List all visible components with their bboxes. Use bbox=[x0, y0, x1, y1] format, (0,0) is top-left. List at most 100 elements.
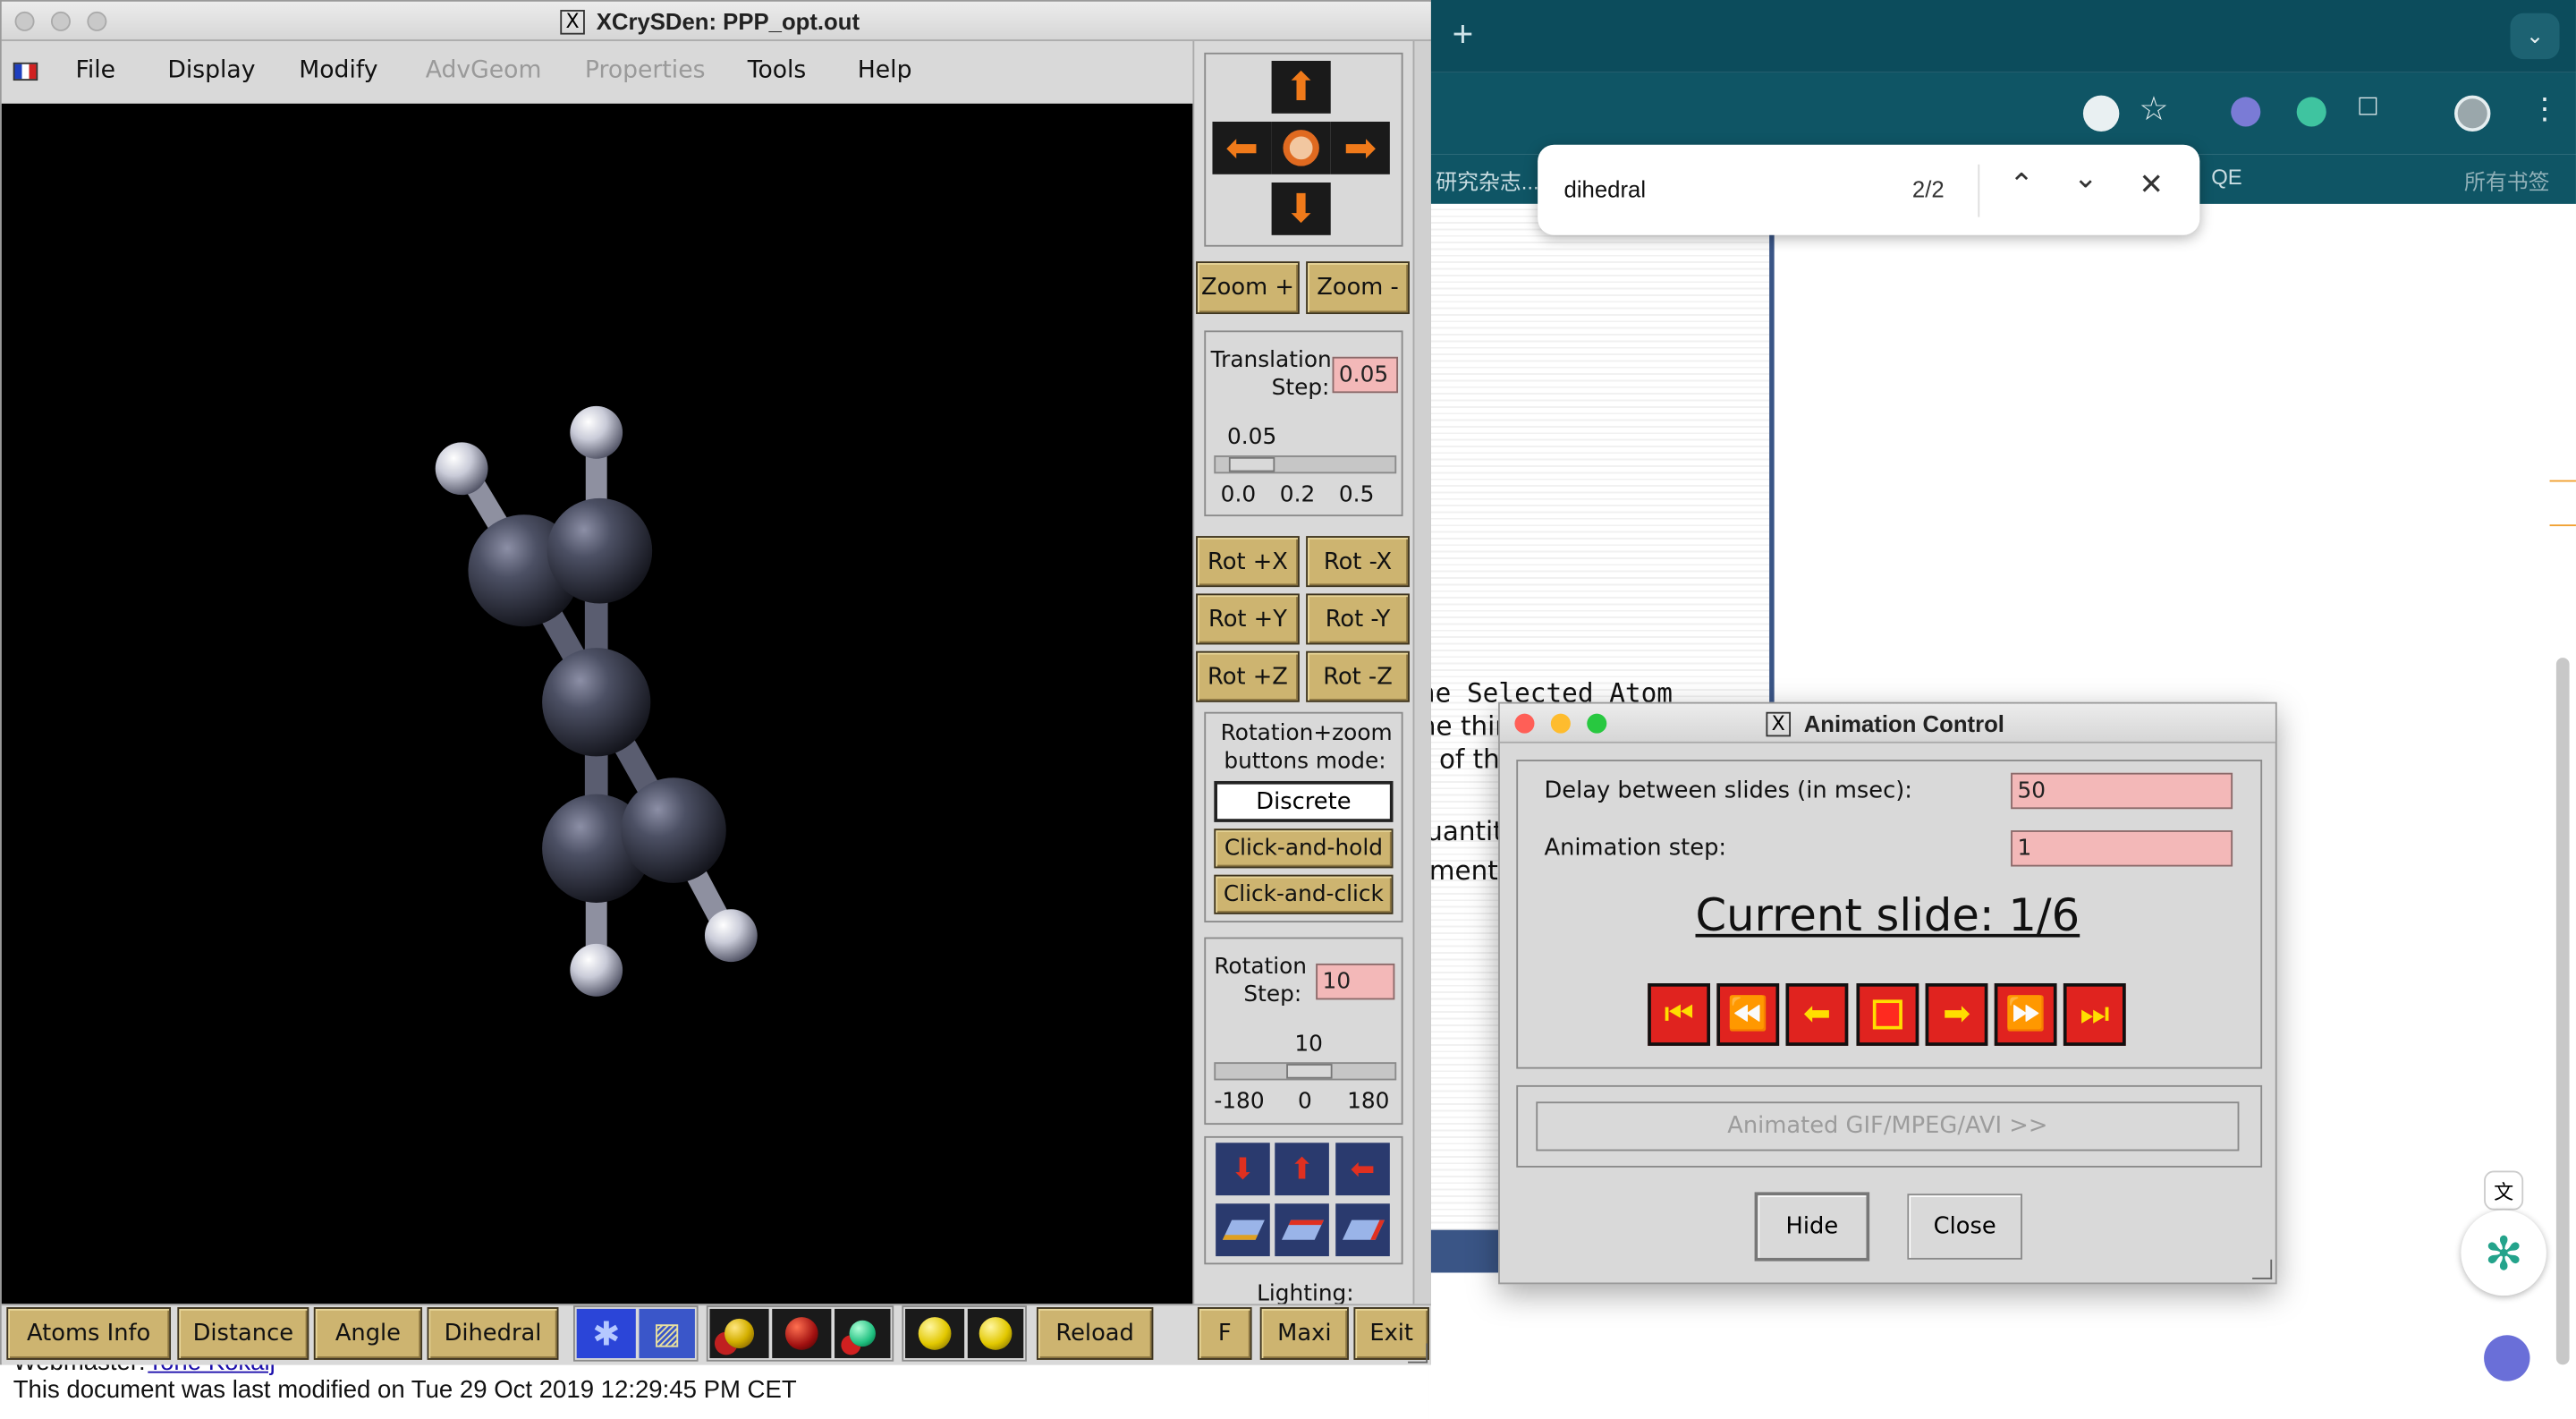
bookmark-qe[interactable]: QE bbox=[2211, 165, 2242, 190]
orange-marker bbox=[2549, 480, 2576, 527]
menu-display[interactable]: Display bbox=[167, 57, 255, 83]
reload-button[interactable]: Reload bbox=[1036, 1307, 1154, 1360]
last-slide-button[interactable]: ⏭ bbox=[2063, 983, 2126, 1046]
pointline-button[interactable]: ▨ bbox=[639, 1308, 695, 1359]
molecule-viewport[interactable] bbox=[1, 103, 1193, 1304]
rewind-button[interactable]: ⏪ bbox=[1716, 983, 1780, 1046]
rot-minus-x-button[interactable]: Rot -X bbox=[1306, 536, 1410, 588]
puzzle-icon[interactable]: □ bbox=[2360, 89, 2377, 123]
arrow-right-button[interactable]: ➡ bbox=[1330, 121, 1390, 174]
mode-click-and-click-option[interactable]: Click-and-click bbox=[1214, 874, 1394, 914]
menu-tools[interactable]: Tools bbox=[748, 57, 807, 83]
menu-dots-icon[interactable]: ⋮ bbox=[2530, 92, 2560, 127]
find-prev-icon[interactable]: ⌃ bbox=[2009, 167, 2034, 202]
menu-modify[interactable]: Modify bbox=[299, 57, 377, 83]
play-button[interactable]: ⏩ bbox=[1994, 983, 2057, 1046]
first-slide-button[interactable]: ⏮ bbox=[1648, 983, 1711, 1046]
view-y-button[interactable]: ⬆ bbox=[1275, 1143, 1329, 1196]
maxi-button[interactable]: Maxi bbox=[1259, 1307, 1349, 1360]
resize-grip-icon[interactable] bbox=[1408, 1343, 1428, 1364]
dihedral-button[interactable]: Dihedral bbox=[427, 1307, 559, 1360]
rotation-step-label: Rotation bbox=[1214, 953, 1308, 981]
view-z-button[interactable]: ⬅ bbox=[1335, 1143, 1390, 1196]
extension-ai-icon[interactable] bbox=[2296, 97, 2326, 127]
zoom-dot-icon[interactable] bbox=[87, 11, 107, 31]
minimize-dot-icon[interactable] bbox=[50, 11, 71, 31]
rotation-slider-thumb[interactable] bbox=[1286, 1064, 1333, 1079]
bookmark-item[interactable]: 研究杂志... bbox=[1436, 165, 1538, 196]
new-tab-button[interactable]: + bbox=[1453, 13, 1474, 56]
spacefill-button[interactable] bbox=[772, 1308, 832, 1359]
arrow-left-icon: ⬅ bbox=[1225, 125, 1258, 171]
bookmark-all[interactable]: 所有书签 bbox=[2464, 165, 2550, 196]
plane-c-button[interactable] bbox=[1335, 1203, 1390, 1257]
arrow-left-button[interactable]: ⬅ bbox=[1212, 121, 1272, 174]
translation-step-input[interactable]: 0.05 bbox=[1332, 356, 1399, 394]
translation-tick: 0.5 bbox=[1338, 481, 1375, 508]
rot-plus-z-button[interactable]: Rot +Z bbox=[1196, 650, 1300, 702]
animation-step-input[interactable]: 1 bbox=[2011, 830, 2233, 867]
rot-plus-x-button[interactable]: Rot +X bbox=[1196, 536, 1300, 588]
tab-list-button[interactable]: ⌄ bbox=[2510, 13, 2560, 60]
ball-stick-button[interactable] bbox=[709, 1308, 769, 1359]
control-scrollbar[interactable] bbox=[1412, 40, 1431, 1304]
mode-discrete-option[interactable]: Discrete bbox=[1214, 780, 1394, 822]
translation-slider-thumb[interactable] bbox=[1228, 456, 1275, 472]
page-search-icon[interactable] bbox=[2082, 95, 2120, 132]
extension-brain-icon[interactable] bbox=[2231, 97, 2261, 127]
previous-slide-button[interactable]: ⬅ bbox=[1785, 983, 1849, 1046]
rotation-slider[interactable] bbox=[1214, 1062, 1397, 1081]
zoom-in-button[interactable]: Zoom + bbox=[1196, 261, 1300, 315]
chevron-down-icon: ⌄ bbox=[2526, 22, 2545, 48]
menu-file[interactable]: File bbox=[75, 57, 115, 83]
rot-minus-z-button[interactable]: Rot -Z bbox=[1306, 650, 1410, 702]
page-scrollbar[interactable] bbox=[2555, 658, 2570, 1365]
close-button[interactable]: Close bbox=[1907, 1194, 2022, 1260]
hide-button[interactable]: Hide bbox=[1754, 1192, 1870, 1262]
wireframe-button[interactable]: ✱ bbox=[576, 1308, 636, 1359]
mode-click-and-hold-option[interactable]: Click-and-hold bbox=[1214, 828, 1394, 869]
rot-minus-y-button[interactable]: Rot -Y bbox=[1306, 593, 1410, 645]
assistant-icon[interactable]: ✻ bbox=[2461, 1210, 2546, 1296]
close-dot-icon[interactable] bbox=[14, 11, 35, 31]
stop-button[interactable] bbox=[1856, 983, 1919, 1046]
plane-b-button[interactable] bbox=[1275, 1203, 1329, 1257]
translate-icon[interactable]: 文 bbox=[2484, 1170, 2524, 1211]
translation-label-step: Step: bbox=[1271, 375, 1330, 402]
zoom-dot-icon[interactable] bbox=[1587, 713, 1607, 734]
arrow-down-button[interactable]: ⬇ bbox=[1271, 182, 1331, 235]
solid-light-button[interactable] bbox=[905, 1308, 965, 1359]
close-dot-icon[interactable] bbox=[1514, 713, 1535, 734]
translation-slider[interactable] bbox=[1214, 455, 1397, 474]
find-input[interactable]: dihedral bbox=[1564, 176, 1647, 202]
rot-plus-y-button[interactable]: Rot +Y bbox=[1196, 593, 1300, 645]
avatar[interactable] bbox=[2454, 95, 2491, 132]
zoom-out-button[interactable]: Zoom - bbox=[1306, 261, 1410, 315]
rotation-step-label-2: Step: bbox=[1243, 981, 1302, 1008]
next-icon: ➡ bbox=[1943, 996, 1970, 1033]
f-button[interactable]: F bbox=[1197, 1307, 1252, 1360]
rotation-step-input[interactable]: 10 bbox=[1316, 963, 1395, 1000]
view-x-button[interactable]: ⬇ bbox=[1216, 1143, 1270, 1196]
angle-button[interactable]: Angle bbox=[313, 1307, 423, 1360]
arrow-up-button[interactable]: ⬆ bbox=[1271, 60, 1331, 114]
dialog-resize-grip-icon[interactable] bbox=[2252, 1259, 2273, 1279]
plane-a-button[interactable] bbox=[1216, 1203, 1270, 1257]
delay-input[interactable]: 50 bbox=[2011, 772, 2233, 810]
distance-button[interactable]: Distance bbox=[177, 1307, 309, 1360]
menu-help[interactable]: Help bbox=[858, 57, 912, 83]
stick-button[interactable] bbox=[835, 1308, 891, 1359]
star-icon[interactable]: ☆ bbox=[2139, 89, 2168, 130]
next-slide-button[interactable]: ➡ bbox=[1925, 983, 1988, 1046]
find-close-icon[interactable]: ✕ bbox=[2139, 167, 2164, 202]
center-reset-button[interactable] bbox=[1271, 121, 1331, 174]
atoms-info-button[interactable]: Atoms Info bbox=[6, 1307, 172, 1360]
menu-properties[interactable]: Properties bbox=[585, 57, 706, 83]
brain-sidebar-icon[interactable] bbox=[2484, 1335, 2530, 1381]
smooth-light-button[interactable] bbox=[967, 1308, 1024, 1359]
menu-advgeom[interactable]: AdvGeom bbox=[426, 57, 542, 83]
minimize-dot-icon[interactable] bbox=[1550, 713, 1571, 734]
mode-label-2: buttons mode: bbox=[1224, 748, 1386, 775]
animated-gif-button[interactable]: Animated GIF/MPEG/AVI >> bbox=[1536, 1101, 2240, 1151]
find-next-icon[interactable]: ⌄ bbox=[2073, 161, 2098, 196]
